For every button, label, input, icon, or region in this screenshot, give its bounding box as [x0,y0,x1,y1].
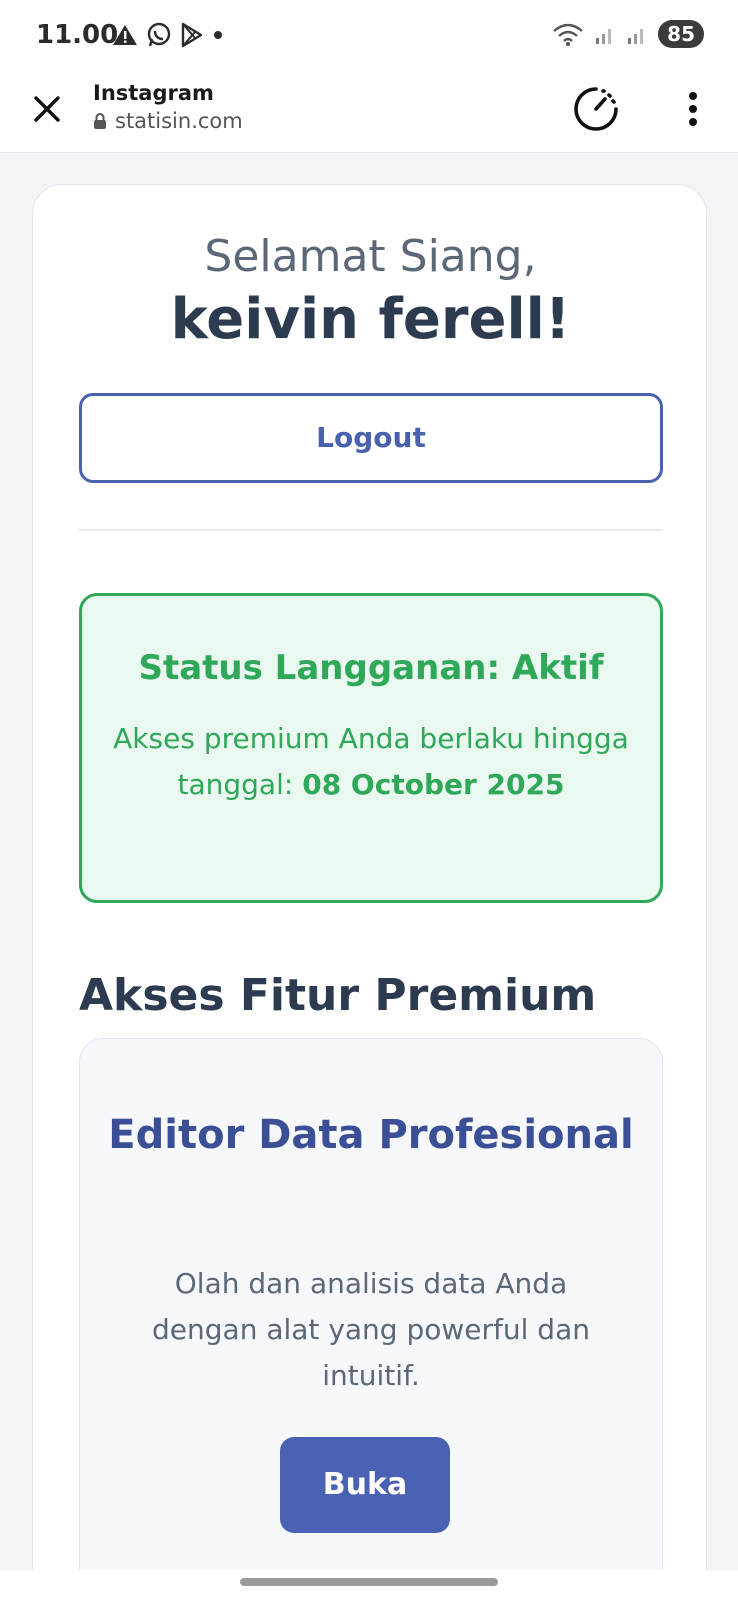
subscription-date: 08 October 2025 [302,768,565,801]
browser-url: statisin.com [93,109,243,133]
close-icon[interactable] [30,92,64,126]
whatsapp-icon [147,22,171,47]
gesture-handle[interactable] [240,1578,498,1586]
notification-icons [112,22,224,48]
feature-desc: Olah dan analisis data Anda dengan alat … [152,1267,590,1392]
signal-icon [628,29,644,44]
subscription-status-box: Status Langganan: Aktif Akses premium An… [79,593,663,903]
dashboard-card: Selamat Siang, keivin ferell! Logout Sta… [32,184,707,1600]
battery-icon: 85 [658,20,704,48]
open-button[interactable]: Buka [280,1437,450,1533]
speed-icon[interactable] [572,85,620,133]
feature-title: Editor Data Profesional [108,1112,634,1158]
lock-icon [94,113,106,129]
subscription-desc: Akses premium Anda berlaku hingga tangga… [112,716,630,808]
in-app-browser-bar: Instagram statisin.com [0,75,738,153]
signal-icon [596,29,612,44]
user-name: keivin ferell! [170,287,571,352]
section-title: Akses Fitur Premium [79,970,597,1021]
greeting-text: Selamat Siang, [204,231,537,282]
more-vert-icon[interactable] [676,89,710,129]
system-icons: 85 [552,20,704,48]
play-store-icon [181,22,203,48]
dot-icon [214,31,222,39]
url-text: statisin.com [115,109,243,133]
feature-card: Editor Data Profesional Olah dan analisi… [79,1038,663,1600]
divider [79,529,663,531]
warning-icon [113,25,137,45]
status-bar: 11.00 85 [0,0,738,75]
gesture-nav-bar [0,1570,738,1600]
logout-button[interactable]: Logout [79,393,663,483]
subscription-title: Status Langganan: Aktif [138,648,604,688]
browser-title: Instagram [93,81,214,105]
status-time: 11.00 [36,20,119,50]
wifi-icon [553,23,583,46]
